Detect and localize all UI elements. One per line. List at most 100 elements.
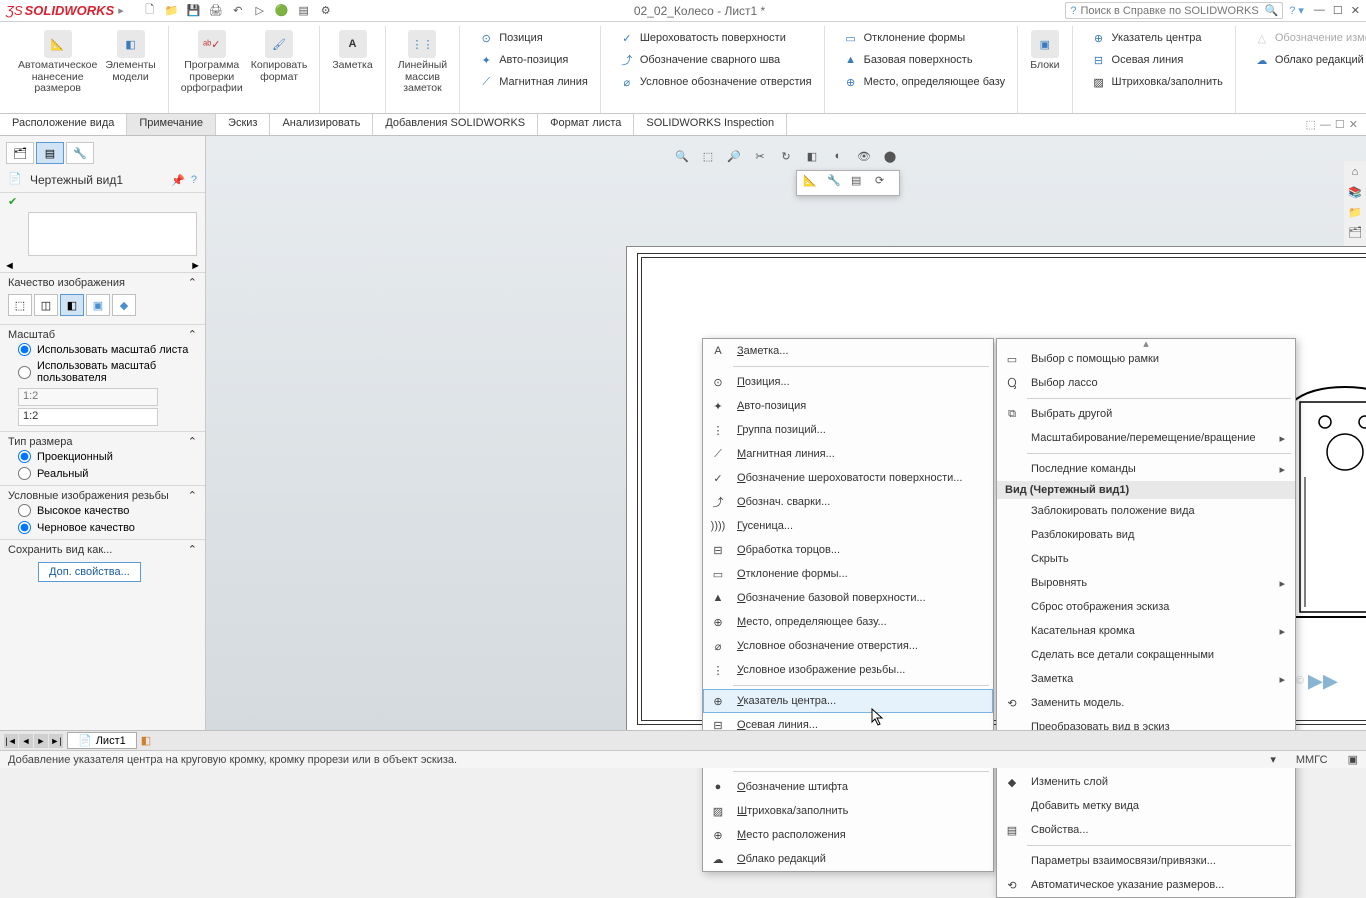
minimize-icon[interactable]: —: [1314, 4, 1325, 17]
geometric-tolerance-button[interactable]: ▭Отклонение формы: [839, 28, 1010, 48]
ctx-item[interactable]: ☁Облако редакций: [703, 847, 993, 871]
units-label[interactable]: ММГС: [1296, 754, 1328, 766]
datum-feature-button[interactable]: ▲Базовая поверхность: [839, 50, 1010, 70]
collapse-icon-2[interactable]: ⌃: [188, 328, 197, 341]
pm-help-icon[interactable]: ?: [191, 174, 197, 186]
draft-radio[interactable]: [18, 521, 31, 534]
drawing-canvas[interactable]: 🔍 ⬚ 🔎 ✂ ↻ ◧ ◐ 👁 ⬤ ⌂ 📚 📁 🗂 🔶 🎨 ▤: [206, 136, 1366, 738]
file-explorer-icon[interactable]: 🗂: [1346, 223, 1364, 241]
ctx-item[interactable]: ▭Отклонение формы...: [703, 562, 993, 586]
tab-annotation[interactable]: Примечание: [127, 114, 216, 135]
zoom-area-icon[interactable]: ⬚: [698, 146, 718, 166]
undo-icon[interactable]: ↶: [230, 3, 246, 19]
ctx-item[interactable]: ⊕Место расположения: [703, 823, 993, 847]
home-icon[interactable]: ⌂: [1346, 163, 1364, 181]
close-icon[interactable]: ✕: [1351, 4, 1360, 17]
section-icon[interactable]: ✂: [750, 146, 770, 166]
sheet-tab-1[interactable]: 📄Лист1: [67, 732, 137, 749]
scene-icon[interactable]: ⬤: [880, 146, 900, 166]
hide-show-icon[interactable]: ◐: [828, 146, 848, 166]
quality-shaded-edges-button[interactable]: ▣: [86, 294, 110, 316]
eye-icon[interactable]: 👁: [854, 146, 874, 166]
ctx-item[interactable]: ⧉Выбрать другой: [997, 402, 1295, 426]
ctx-item[interactable]: ⟲Заменить модель.: [997, 691, 1295, 715]
quality-visible-button[interactable]: ◧: [60, 294, 84, 316]
centerline-button[interactable]: ⊟Осевая линия: [1087, 50, 1227, 70]
ctx-item[interactable]: ⊙Позиция...: [703, 370, 993, 394]
ctx-item[interactable]: Заблокировать положение вида: [997, 499, 1295, 523]
ctx-item[interactable]: ⤴Обознач. сварки...: [703, 490, 993, 514]
ctx-item[interactable]: AЗаметка...: [703, 339, 993, 363]
sb-icon-2[interactable]: ▣: [1348, 753, 1358, 766]
magnetic-line-button[interactable]: ⟋Магнитная линия: [474, 72, 592, 92]
menu-grip-icon[interactable]: ▴: [997, 339, 1295, 347]
auto-balloon-button[interactable]: ✦Авто-позиция: [474, 50, 592, 70]
new-doc-icon[interactable]: 🗋: [142, 3, 158, 19]
ctx-item[interactable]: ⟲Автоматическое указание размеров...: [997, 873, 1295, 897]
quality-hidden-button[interactable]: ◫: [34, 294, 58, 316]
tab-sketch[interactable]: Эскиз: [216, 114, 270, 135]
doc-min-icon[interactable]: —: [1320, 119, 1331, 131]
ctx-item[interactable]: ⋮Условное изображение резьбы...: [703, 658, 993, 682]
collapse-icon-4[interactable]: ⌃: [188, 489, 197, 502]
scroll-right-icon[interactable]: ►: [190, 260, 201, 272]
datum-target-button[interactable]: ⊕Место, определяющее базу: [839, 72, 1010, 92]
ctx-item[interactable]: ▭Выбор с помощью рамки: [997, 347, 1295, 371]
tab-addins[interactable]: Добавления SOLIDWORKS: [373, 114, 538, 135]
ctx-item[interactable]: Сделать все детали сокращенными: [997, 643, 1295, 667]
ctx-item[interactable]: Скрыть: [997, 547, 1295, 571]
mt-icon-2[interactable]: 🔧: [827, 174, 845, 192]
auto-dimension-button[interactable]: 📐Автоматическое нанесение размеров: [14, 28, 101, 97]
ctx-item[interactable]: ▲Обозначение базовой поверхности...: [703, 586, 993, 610]
rebuild-icon[interactable]: 🟢: [274, 3, 290, 19]
use-user-scale-radio[interactable]: [18, 366, 31, 379]
pm-ok-icon[interactable]: ✔: [0, 193, 205, 210]
doc-max-icon[interactable]: ☐: [1335, 118, 1345, 131]
scale-combo[interactable]: 1:2: [18, 408, 158, 426]
zoom-fit-icon[interactable]: 🔍: [672, 146, 692, 166]
ctx-item[interactable]: Последние команды▸: [997, 457, 1295, 481]
ctx-item[interactable]: ⊕Указатель центра...: [703, 689, 993, 713]
mt-icon-1[interactable]: 📐: [803, 174, 821, 192]
quality-wire-button[interactable]: ⬚: [8, 294, 32, 316]
ctx-item[interactable]: ✦Авто-позиция: [703, 394, 993, 418]
ctx-item[interactable]: ))))Гусеница...: [703, 514, 993, 538]
ctx-item[interactable]: Разблокировать вид: [997, 523, 1295, 547]
tab-evaluate[interactable]: Анализировать: [270, 114, 373, 135]
ctx-item[interactable]: ◆Изменить слой: [997, 770, 1295, 794]
resources-icon[interactable]: 📚: [1346, 183, 1364, 201]
config-tab[interactable]: 🔧: [66, 142, 94, 164]
note-button[interactable]: AЗаметка: [328, 28, 376, 74]
sheet-first-icon[interactable]: |◄: [4, 734, 18, 748]
sheet-next-icon[interactable]: ►: [34, 734, 48, 748]
rotate-icon[interactable]: ↻: [776, 146, 796, 166]
sb-icon-1[interactable]: ▾: [1270, 753, 1276, 766]
use-sheet-scale-radio[interactable]: [18, 343, 31, 356]
scroll-left-icon[interactable]: ◄: [4, 260, 15, 272]
ctx-item[interactable]: ⋮Группа позиций...: [703, 418, 993, 442]
blocks-button[interactable]: ▣Блоки: [1026, 28, 1063, 74]
quality-shaded-button[interactable]: ◆: [112, 294, 136, 316]
ctx-item[interactable]: Масштабирование/перемещение/вращение▸: [997, 426, 1295, 450]
tab-inspection[interactable]: SOLIDWORKS Inspection: [634, 114, 787, 135]
collapse-icon-3[interactable]: ⌃: [188, 435, 197, 448]
feature-tree-tab[interactable]: 🗂: [6, 142, 34, 164]
ctx-item[interactable]: ⊕Место, определяющее базу...: [703, 610, 993, 634]
save-icon[interactable]: 💾: [186, 3, 202, 19]
center-mark-button[interactable]: ⊕Указатель центра: [1087, 28, 1227, 48]
ctx-item[interactable]: Сброс отображения эскиза: [997, 595, 1295, 619]
more-props-button[interactable]: Доп. свойства...: [38, 562, 141, 582]
weld-symbol-button[interactable]: ⤴Обозначение сварного шва: [615, 50, 816, 70]
design-lib-icon[interactable]: 📁: [1346, 203, 1364, 221]
doc-expand-icon[interactable]: ⬚: [1306, 118, 1316, 131]
hole-callout-button[interactable]: ⌀Условное обозначение отверстия: [615, 72, 816, 92]
ctx-item[interactable]: ✓Обозначение шероховатости поверхности..…: [703, 466, 993, 490]
model-items-button[interactable]: ◧Элементы модели: [101, 28, 159, 97]
print-icon[interactable]: 🖨: [208, 3, 224, 19]
ctx-item[interactable]: Параметры взаимосвязи/привязки...: [997, 849, 1295, 873]
sheet-last-icon[interactable]: ►|: [49, 734, 63, 748]
sheet-prev-icon[interactable]: ◄: [19, 734, 33, 748]
pm-pin-icon[interactable]: 📌: [171, 174, 185, 187]
ctx-item[interactable]: ⟋Магнитная линия...: [703, 442, 993, 466]
search-input[interactable]: [1081, 5, 1261, 17]
